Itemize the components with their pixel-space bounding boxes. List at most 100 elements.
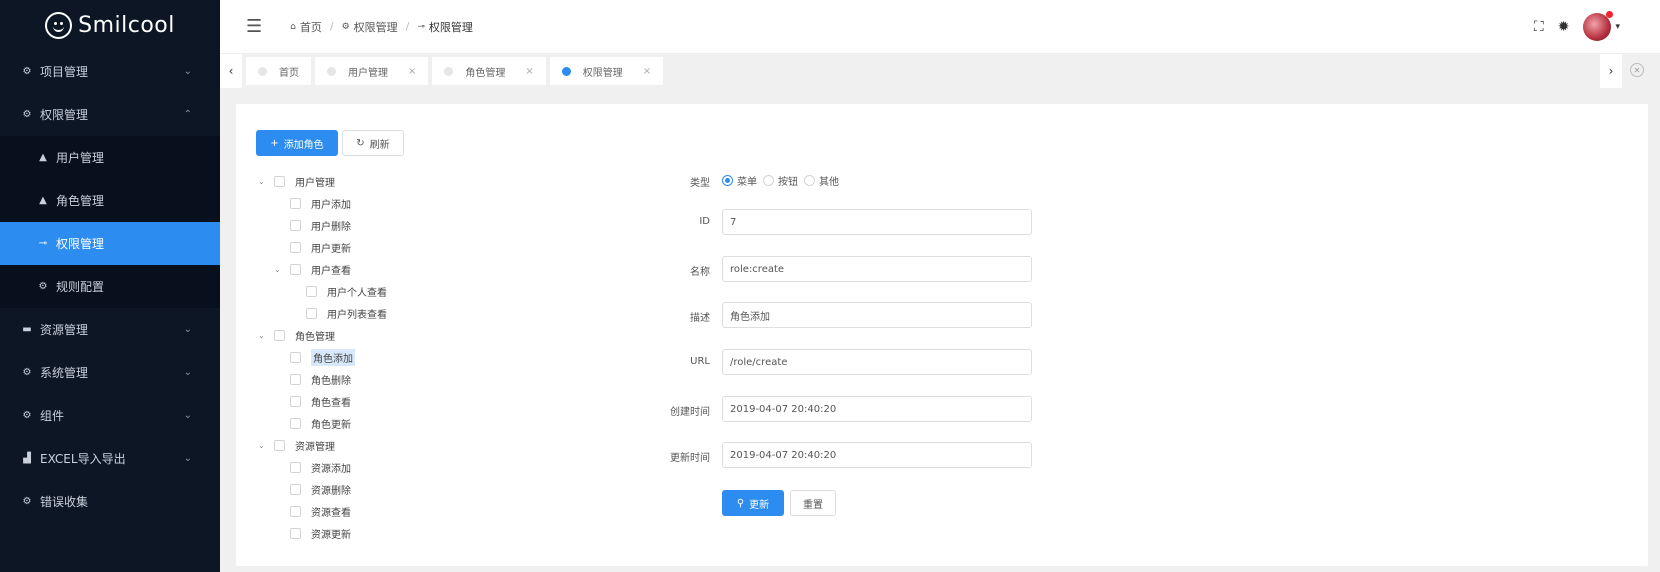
tree-node[interactable]: 角色查看 xyxy=(274,392,351,410)
tree-checkbox[interactable] xyxy=(274,175,285,187)
fullscreen-icon[interactable]: ⛶ xyxy=(1534,19,1544,35)
sidebar-item-label: 项目管理 xyxy=(40,65,89,79)
close-icon[interactable]: × xyxy=(643,66,651,77)
tree-node-user-management[interactable]: ⌄ 用户管理 xyxy=(258,172,335,190)
name-label: 名称 xyxy=(690,267,710,278)
bug-icon: ⚙ xyxy=(22,496,32,507)
tree-node-label: 资源查看 xyxy=(311,507,351,519)
tab-list: 首页 用户管理 × 角色管理 × 权限管理 × xyxy=(246,57,664,85)
bug-icon[interactable]: ✹ xyxy=(1558,19,1570,35)
radio-label: 按钮 xyxy=(778,177,798,188)
tree-checkbox[interactable] xyxy=(290,461,301,473)
type-radio-other[interactable]: 其他 xyxy=(804,173,839,188)
refresh-button[interactable]: ↻ 刷新 xyxy=(342,130,404,156)
tree-node-label: 角色管理 xyxy=(295,331,335,343)
tree-checkbox[interactable] xyxy=(290,219,301,231)
tab-scroll-right-icon[interactable]: › xyxy=(1600,54,1622,88)
sidebar-item-role-management[interactable]: ▲ 角色管理 xyxy=(0,179,220,222)
description-field[interactable]: 角色添加 xyxy=(722,302,1032,328)
sidebar-item-project[interactable]: ⚙ 项目管理 ⌄ xyxy=(0,50,220,93)
tree-node[interactable]: 资源删除 xyxy=(274,480,351,498)
tree-node[interactable]: 资源添加 xyxy=(274,458,351,476)
tree-node-resource-management[interactable]: ⌄ 资源管理 xyxy=(258,436,335,454)
sidebar-item-error-log[interactable]: ⚙ 错误收集 xyxy=(0,480,220,523)
close-icon[interactable]: × xyxy=(408,66,416,77)
tree-node[interactable]: 用户更新 xyxy=(274,238,351,256)
tree-checkbox[interactable] xyxy=(290,417,301,429)
tree-checkbox[interactable] xyxy=(290,505,301,517)
tree-node[interactable]: 角色更新 xyxy=(274,414,351,432)
tree-checkbox[interactable] xyxy=(290,241,301,253)
tree-node[interactable]: 用户删除 xyxy=(274,216,351,234)
caret-down-icon[interactable]: ▾ xyxy=(1615,22,1620,32)
key-icon: ⊸ xyxy=(417,21,425,32)
sidebar-item-components[interactable]: ⚙ 组件 ⌄ xyxy=(0,394,220,437)
tab-role-management[interactable]: 角色管理 × xyxy=(432,57,546,85)
tree-node-label: 用户添加 xyxy=(311,199,351,211)
update-button[interactable]: ⚲ 更新 xyxy=(722,490,784,516)
refresh-icon: ↻ xyxy=(356,137,365,149)
tree-node-selected[interactable]: 角色添加 xyxy=(274,348,355,366)
sidebar: Smilcool ⚙ 项目管理 ⌄ ⚙ 权限管理 ⌃ ▲ 用户管理 ▲ 角色管理… xyxy=(0,0,220,572)
reset-button-label: 重置 xyxy=(803,499,823,511)
sidebar-item-permission-management[interactable]: ⊸ 权限管理 xyxy=(0,222,220,265)
type-radio-menu[interactable]: 菜单 xyxy=(722,173,757,188)
tree-node[interactable]: 角色删除 xyxy=(274,370,351,388)
sidebar-item-user-management[interactable]: ▲ 用户管理 xyxy=(0,136,220,179)
chevron-down-icon[interactable]: ⌄ xyxy=(258,177,268,186)
tree-node[interactable]: 用户添加 xyxy=(274,194,351,212)
close-all-tabs-icon[interactable]: ✕ xyxy=(1630,63,1644,77)
tab-home[interactable]: 首页 xyxy=(246,57,311,85)
sidebar-item-rule-config[interactable]: ⚙ 规则配置 xyxy=(0,265,220,308)
tree-checkbox[interactable] xyxy=(290,373,301,385)
reset-button[interactable]: 重置 xyxy=(790,490,836,516)
chevron-down-icon[interactable]: ⌄ xyxy=(274,265,284,274)
tree-node[interactable]: 资源查看 xyxy=(274,502,351,520)
tree-checkbox[interactable] xyxy=(274,329,285,341)
avatar[interactable] xyxy=(1583,11,1614,41)
tree-checkbox[interactable] xyxy=(306,307,317,319)
name-field[interactable]: role:create xyxy=(722,256,1032,282)
sidebar-item-excel[interactable]: ▟ EXCEL导入导出 ⌄ xyxy=(0,437,220,480)
created-time-field[interactable]: 2019-04-07 20:40:20 xyxy=(722,396,1032,422)
tab-scroll-left-icon[interactable]: ‹ xyxy=(220,54,242,88)
breadcrumb-item[interactable]: 权限管理 xyxy=(354,19,398,35)
tree-checkbox[interactable] xyxy=(306,285,317,297)
breadcrumb-item[interactable]: 首页 xyxy=(300,19,322,35)
chevron-down-icon[interactable]: ⌄ xyxy=(258,441,268,450)
type-radio-button[interactable]: 按钮 xyxy=(763,173,798,188)
tree-checkbox[interactable] xyxy=(274,439,285,451)
tree-checkbox[interactable] xyxy=(290,483,301,495)
tree-node[interactable]: 用户列表查看 xyxy=(290,304,387,322)
tab-user-management[interactable]: 用户管理 × xyxy=(315,57,429,85)
tree-checkbox[interactable] xyxy=(290,395,301,407)
tree-node[interactable]: 用户个人查看 xyxy=(290,282,387,300)
tree-node-label: 角色删除 xyxy=(311,375,351,387)
tree-node-label: 资源更新 xyxy=(311,529,351,541)
tree-checkbox[interactable] xyxy=(290,351,301,363)
sidebar-item-permission[interactable]: ⚙ 权限管理 ⌃ xyxy=(0,93,220,136)
tree-node[interactable]: 资源更新 xyxy=(274,524,351,542)
tab-dot-icon xyxy=(444,66,454,76)
tree-checkbox[interactable] xyxy=(290,263,301,275)
tab-permission-management[interactable]: 权限管理 × xyxy=(549,57,664,85)
sidebar-item-resource[interactable]: ▬ 资源管理 ⌄ xyxy=(0,308,220,351)
add-role-button[interactable]: + 添加角色 xyxy=(256,130,338,156)
chevron-down-icon: ⌄ xyxy=(183,367,192,378)
updated-time-field[interactable]: 2019-04-07 20:40:20 xyxy=(722,442,1032,468)
tree-checkbox[interactable] xyxy=(290,197,301,209)
tab-bar: ‹ 首页 用户管理 × 角色管理 × 权限管理 × › ✕ xyxy=(220,54,1660,88)
id-field[interactable]: 7 xyxy=(722,209,1032,235)
chevron-down-icon[interactable]: ⌄ xyxy=(258,331,268,340)
url-field[interactable]: /role/create xyxy=(722,349,1032,375)
radio-label: 其他 xyxy=(819,177,839,188)
sidebar-item-label: 权限管理 xyxy=(40,108,89,122)
tree-node-user-view[interactable]: ⌄ 用户查看 xyxy=(274,260,351,278)
chevron-down-icon: ⌄ xyxy=(183,453,192,464)
sidebar-item-system[interactable]: ⚙ 系统管理 ⌄ xyxy=(0,351,220,394)
type-label: 类型 xyxy=(690,178,710,189)
tree-checkbox[interactable] xyxy=(290,527,301,539)
tree-node-role-management[interactable]: ⌄ 角色管理 xyxy=(258,326,335,344)
menu-toggle-icon[interactable]: ☰ xyxy=(246,16,262,37)
close-icon[interactable]: × xyxy=(525,66,533,77)
